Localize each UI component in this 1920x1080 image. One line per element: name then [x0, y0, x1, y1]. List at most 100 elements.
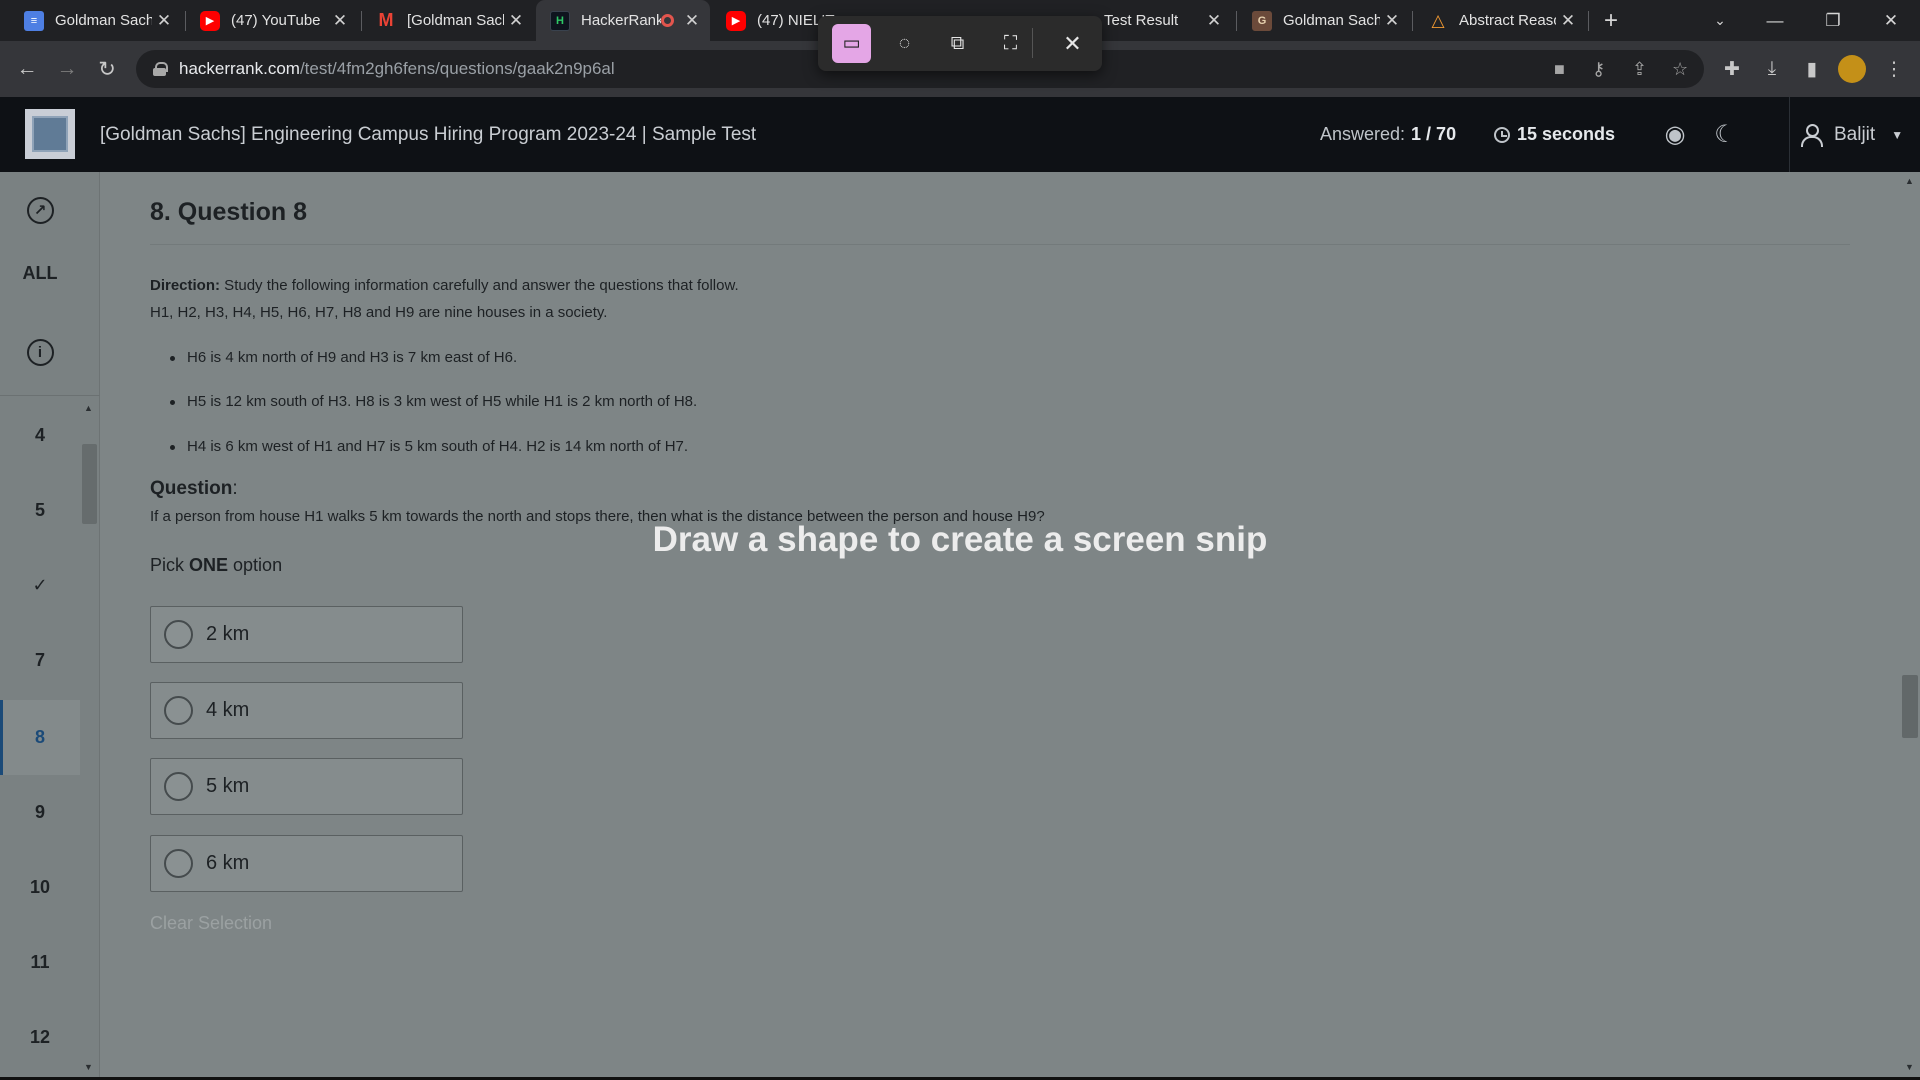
info-icon: i [26, 338, 54, 366]
all-questions-button[interactable]: ALL [0, 258, 80, 288]
rail-separator [0, 395, 100, 396]
user-menu[interactable]: Baljit ▼ [1800, 97, 1903, 172]
answered-counter: Answered: 1 / 70 [1320, 124, 1457, 144]
question-panel: 8. Question 8 Direction: Study the follo… [100, 172, 1900, 1080]
answer-option[interactable]: 2 km [150, 606, 463, 663]
question-nav-item[interactable]: 10 [0, 857, 80, 917]
key-icon[interactable]: ⚷ [1592, 50, 1605, 88]
user-icon [1800, 123, 1823, 147]
eye-icon[interactable]: ◉ [1660, 97, 1690, 172]
clock-icon [1494, 126, 1510, 143]
heading-divider [150, 244, 1850, 245]
info-button[interactable]: i [0, 332, 80, 372]
minimize-icon[interactable]: — [1748, 0, 1802, 41]
freeform-snip-icon[interactable]: ◌ [885, 24, 924, 63]
caret-down-icon: ▼ [1891, 127, 1904, 142]
test-header: [Goldman Sachs] Engineering Campus Hirin… [0, 97, 1920, 172]
bookmark-star-icon[interactable]: ☆ [1672, 50, 1688, 88]
info-bullet: H4 is 6 km west of H1 and H7 is 5 km sou… [169, 438, 689, 455]
direction-text: Direction: Study the following informati… [150, 277, 739, 294]
fullscreen-snip-icon[interactable]: ⛶ [991, 24, 1030, 63]
timer: 15 seconds [1494, 97, 1615, 172]
scrollbar-thumb[interactable] [1902, 675, 1918, 738]
google-docs-icon: ≡ [24, 10, 44, 31]
close-tab-icon[interactable]: ✕ [1380, 9, 1404, 33]
share-icon[interactable]: ⇪ [1632, 50, 1647, 88]
close-tab-icon[interactable]: ✕ [328, 9, 352, 33]
scroll-down-arrow-icon[interactable]: ▼ [84, 1062, 93, 1072]
camera-icon[interactable]: ■ [1554, 50, 1565, 88]
radio-button[interactable] [164, 849, 193, 878]
radio-button[interactable] [164, 772, 193, 801]
close-tab-icon[interactable]: ✕ [1556, 9, 1580, 33]
question-nav-item[interactable]: 11 [0, 932, 80, 992]
compass-icon: ↗ [26, 196, 54, 224]
dark-mode-moon-icon[interactable]: ☾ [1710, 97, 1740, 172]
close-tab-icon[interactable]: ✕ [1202, 9, 1226, 33]
side-panel-icon[interactable]: ▮ [1796, 53, 1828, 85]
goldman-sachs-icon: G [1252, 10, 1272, 31]
hackerrank-icon: H [550, 10, 570, 31]
test-title: [Goldman Sachs] Engineering Campus Hirin… [100, 123, 757, 145]
snipping-toolbar: ▭ ◌ ⧉ ⛶ ✕ [818, 16, 1102, 71]
rectangle-snip-icon[interactable]: ▭ [832, 24, 871, 63]
clear-selection-link[interactable]: Clear Selection [150, 913, 272, 934]
question-nav-item[interactable]: 12 [0, 1007, 80, 1067]
radio-button[interactable] [164, 696, 193, 725]
question-heading: 8. Question 8 [150, 198, 307, 226]
close-snip-icon[interactable]: ✕ [1053, 24, 1092, 63]
navigator-scrollbar[interactable] [82, 444, 97, 524]
browser-tab[interactable]: ▶ (47) YouTube ✕ [186, 0, 358, 41]
youtube-icon: ▶ [726, 10, 746, 31]
tab-search-icon[interactable]: ⌄ [1693, 0, 1747, 41]
tab-separator [1236, 11, 1237, 31]
close-tab-icon[interactable]: ✕ [504, 9, 528, 33]
answer-option[interactable]: 6 km [150, 835, 463, 892]
recording-icon [661, 14, 674, 27]
restore-icon[interactable]: ❐ [1806, 0, 1860, 41]
snip-instruction: Draw a shape to create a screen snip [652, 520, 1268, 559]
question-nav-item-answered[interactable]: ✓ [0, 555, 80, 615]
browser-tab[interactable]: G Goldman Sachs ✕ [1238, 0, 1410, 41]
gmail-icon: M [378, 10, 394, 30]
question-nav-item[interactable]: 7 [0, 630, 80, 690]
menu-kebab-icon[interactable]: ⋮ [1878, 53, 1910, 85]
reload-icon[interactable]: ↻ [91, 53, 123, 85]
question-navigator: ↗ ALL i 4 5 ✓ 7 8 9 10 11 12 ▲ ▼ [0, 172, 100, 1080]
close-window-icon[interactable]: ✕ [1864, 0, 1918, 41]
profile-avatar[interactable] [1838, 55, 1866, 83]
answer-option[interactable]: 4 km [150, 682, 463, 739]
extensions-icon[interactable]: ✚ [1716, 53, 1748, 85]
url-text: hackerrank.com/test/4fm2gh6fens/question… [179, 59, 615, 78]
question-nav-item[interactable]: 4 [0, 405, 80, 465]
intro-text: H1, H2, H3, H4, H5, H6, H7, H8 and H9 ar… [150, 304, 608, 321]
download-icon[interactable]: ⤓ [1756, 53, 1788, 85]
browser-tab-active[interactable]: H HackerRank ✕ [536, 0, 710, 41]
scroll-up-arrow-icon[interactable]: ▲ [84, 403, 93, 413]
page-scrollbar[interactable]: ▲ ▼ [1900, 172, 1920, 1080]
abstract-icon: △ [1431, 10, 1445, 30]
browser-tab[interactable]: ≡ Goldman Sachs ✕ [10, 0, 182, 41]
scroll-up-arrow-icon[interactable]: ▲ [1905, 176, 1914, 186]
answer-option[interactable]: 5 km [150, 758, 463, 815]
close-tab-icon[interactable]: ✕ [152, 9, 176, 33]
radio-button[interactable] [164, 620, 193, 649]
window-snip-icon[interactable]: ⧉ [938, 24, 977, 63]
forward-arrow-icon[interactable]: → [51, 53, 83, 85]
question-nav-item[interactable]: 9 [0, 782, 80, 842]
browser-tab[interactable]: Test Result ✕ [1090, 0, 1232, 41]
lock-icon [153, 62, 168, 76]
back-arrow-icon[interactable]: ← [11, 53, 43, 85]
company-logo [25, 109, 75, 159]
question-nav-item-active[interactable]: 8 [0, 707, 80, 767]
youtube-icon: ▶ [200, 10, 220, 31]
tab-separator [1412, 11, 1413, 31]
scroll-down-arrow-icon[interactable]: ▼ [1905, 1062, 1914, 1072]
browser-tab[interactable]: △ Abstract Reasoning ✕ [1414, 0, 1586, 41]
new-tab-button[interactable]: + [1584, 0, 1638, 41]
compass-button[interactable]: ↗ [0, 185, 80, 235]
close-tab-icon[interactable]: ✕ [680, 9, 704, 33]
header-divider [1789, 97, 1790, 172]
info-bullet: H5 is 12 km south of H3. H8 is 3 km west… [169, 393, 698, 410]
browser-tab[interactable]: M [Goldman Sachs ✕ [362, 0, 534, 41]
